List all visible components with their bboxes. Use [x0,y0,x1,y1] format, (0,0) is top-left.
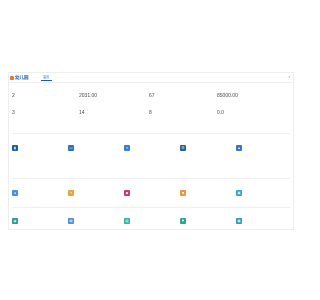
nav-item[interactable] [62,74,73,81]
app-tile[interactable]: ▲ [236,145,282,155]
user-icon: ● [12,190,18,196]
nav-item[interactable] [83,74,94,81]
nav-item[interactable] [52,74,63,81]
app-tile[interactable]: ⚑ [180,218,226,228]
box-icon: ▣ [236,190,242,196]
stat-card: 8 [149,110,195,124]
chat-icon: ◉ [12,218,18,224]
app-tile[interactable]: ◆ [124,190,170,200]
overview-title [12,87,14,91]
nav-item[interactable] [157,74,168,81]
logo[interactable]: 幼儿园 [10,75,29,80]
image-icon: ▧ [124,218,130,224]
dashboard-window: 幼儿园 首页 ▾ 2 2031.00 67 85000.00 3 14 8 0.… [8,72,294,230]
app-tile[interactable]: ☰ [180,145,226,155]
nav-item[interactable] [115,74,126,81]
nav-item-home[interactable]: 首页 [41,74,52,81]
stat-value: 0.0 [217,110,224,116]
divider [12,133,290,134]
stat-value: 3 [12,110,15,116]
person-icon: ▮ [12,145,18,151]
tile-row: ▮ ▭ ≡ ☰ ▲ [12,145,282,157]
stat-value: 14 [79,110,85,116]
stat-card: 3 [12,110,58,124]
app-tile[interactable]: ✎ [68,190,114,200]
stat-card: 0.0 [217,110,263,124]
stat-value: 8 [149,110,152,116]
logo-text: 幼儿园 [15,75,29,80]
note-icon: ✎ [68,190,74,196]
divider [12,207,290,208]
chevron-down-icon: ▾ [288,75,290,79]
calendar-icon: ▤ [68,218,74,224]
app-tile[interactable]: ● [12,190,58,200]
top-nav-bar: 幼儿园 首页 ▾ [9,73,293,83]
user-menu[interactable]: ▾ [287,75,290,80]
stat-value: 2 [12,93,15,99]
stat-card: 14 [79,110,125,124]
shop-icon: ◆ [124,190,130,196]
nav-item[interactable] [104,74,115,81]
app-tile[interactable]: ▮ [12,145,58,155]
divider [12,178,290,179]
nav-item[interactable] [136,74,147,81]
grid-icon: ▦ [236,218,242,224]
app-tile[interactable]: ◉ [12,218,58,228]
main-nav: 首页 [41,74,167,81]
list-icon: ☰ [180,145,186,151]
card-icon: ▭ [68,145,74,151]
stat-card: 67 [149,93,195,107]
app-tile[interactable]: ▧ [124,218,170,228]
chart-icon: ▲ [236,145,242,151]
app-tile[interactable]: ▣ [236,190,282,200]
stat-value: 85000.00 [217,93,238,99]
flag-icon: ⚑ [180,218,186,224]
nav-item[interactable] [94,74,105,81]
nav-item[interactable] [125,74,136,81]
app-tile[interactable]: ■ [180,190,226,200]
stat-card: 2 [12,93,58,107]
app-tile[interactable]: ▦ [236,218,282,228]
stat-card: 85000.00 [217,93,263,107]
doc-icon: ≡ [124,145,130,151]
nav-item[interactable] [73,74,84,81]
tile-row: ● ✎ ◆ ■ ▣ [12,190,282,202]
stat-value: 2031.00 [79,93,98,99]
logo-mark-icon [10,75,14,80]
stat-value: 67 [149,93,155,99]
nav-item[interactable] [146,74,157,81]
app-tile[interactable]: ▤ [68,218,114,228]
gift-icon: ■ [180,190,186,196]
app-tile[interactable]: ≡ [124,145,170,155]
app-tile[interactable]: ▭ [68,145,114,155]
stat-card: 2031.00 [79,93,125,107]
tile-row: ◉ ▤ ▧ ⚑ ▦ [12,218,282,229]
